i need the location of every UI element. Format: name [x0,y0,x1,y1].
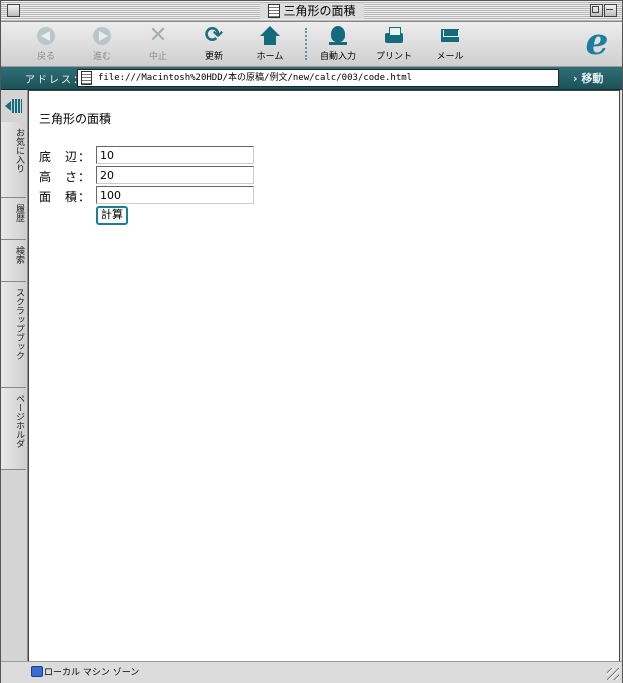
mail-icon [438,25,462,47]
forward-button[interactable]: 進む [74,25,130,63]
autofill-icon [326,25,350,47]
tab-history-label: 履歴 [14,204,24,222]
home-icon [258,25,282,47]
area-label: 面 積： [39,190,92,204]
mail-label: メール [436,52,464,62]
toolbar-separator [305,28,307,60]
forward-label: 進む [92,52,111,62]
address-url: file:///Macintosh%20HDD/本の原稿/例文/new/calc… [98,73,413,83]
home-label: ホーム [256,52,284,62]
stop-button[interactable]: ✕ 中止 [130,25,186,63]
back-label: 戻る [36,52,55,62]
security-zone-text: ローカル マシン ゾーン [44,668,140,678]
toolbar: 戻る 進む ✕ 中止 ⟳ 更新 ホーム 自動入力 プリント メール e [1,22,622,67]
sidebar-toggle-icon[interactable] [5,99,23,113]
print-label: プリント [375,52,412,62]
address-input[interactable]: file:///Macintosh%20HDD/本の原稿/例文/new/calc… [77,69,559,87]
tab-search[interactable]: 検索 [1,240,26,282]
forward-arrow-icon [90,25,114,47]
status-bar: ローカル マシン ゾーン [1,661,622,683]
zoom-box-button[interactable] [590,4,603,17]
base-label: 底 辺： [39,150,92,164]
document-icon [267,4,280,18]
refresh-button[interactable]: ⟳ 更新 [186,25,242,63]
back-button[interactable]: 戻る [18,25,74,63]
refresh-label: 更新 [204,52,223,62]
height-input[interactable] [96,166,254,184]
browser-window: 三角形の面積 戻る 進む ✕ 中止 ⟳ 更新 ホーム 自動入力 プリント メール… [0,0,623,683]
tab-search-label: 検索 [14,246,24,264]
explorer-sidebar: お気に入り 履歴 検索 スクラップブック ページホルダ [1,90,28,661]
tab-scrapbook[interactable]: スクラップブック [1,282,26,388]
tab-scrapbook-label: スクラップブック [14,288,24,360]
refresh-icon: ⟳ [204,23,224,48]
page-document-icon [81,71,92,85]
close-box-button[interactable] [7,4,20,17]
calculate-button[interactable]: 計算 [96,206,128,225]
computer-zone-icon [31,666,43,677]
home-button[interactable]: ホーム [242,25,298,63]
resize-grip-icon[interactable] [607,668,619,680]
title-bar[interactable]: 三角形の面積 [1,1,622,22]
area-input[interactable] [96,186,254,204]
page-heading: 三角形の面積 [39,112,112,126]
collapse-box-button[interactable] [604,4,617,17]
autofill-label: 自動入力 [319,52,356,62]
tab-favorites-label: お気に入り [14,128,24,173]
ie-logo-icon: e [585,21,609,63]
stop-label: 中止 [148,52,167,62]
autofill-button[interactable]: 自動入力 [310,25,366,63]
window-title: 三角形の面積 [259,3,364,19]
tab-history[interactable]: 履歴 [1,198,26,240]
base-input[interactable] [96,146,254,164]
go-button[interactable]: › 移動 [573,70,603,86]
tab-favorites[interactable]: お気に入り [1,122,26,198]
window-title-text: 三角形の面積 [283,4,356,18]
page-content: 三角形の面積 底 辺： 高 さ： 面 積： 計算 [28,90,620,662]
tab-page-holder-label: ページホルダ [14,394,24,448]
stop-x-icon: ✕ [148,23,168,48]
print-button[interactable]: プリント [366,25,422,63]
back-arrow-icon [34,25,58,47]
address-label: アドレス： [25,75,85,86]
print-icon [382,25,406,47]
height-label: 高 さ： [39,170,92,184]
address-bar: アドレス： file:///Macintosh%20HDD/本の原稿/例文/ne… [1,67,622,90]
tab-page-holder[interactable]: ページホルダ [1,388,26,470]
mail-button[interactable]: メール [422,25,478,63]
